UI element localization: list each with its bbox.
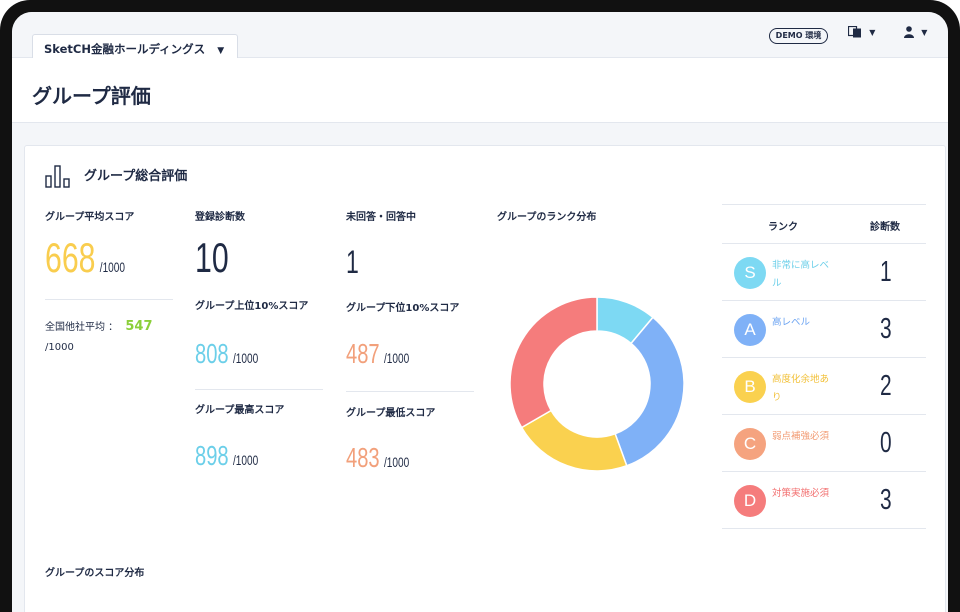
count-column-header: 診断数 <box>870 222 900 233</box>
rank-row-d: D 対策実施必須 3 <box>722 472 926 529</box>
unanswered-label: 未回答・回答中 <box>346 212 416 223</box>
bar-chart-icon <box>45 165 70 188</box>
rank-row-b: B 高度化余地あり 2 <box>722 358 926 415</box>
national-avg: 全国他社平均 ： 547 <box>45 318 153 334</box>
chevron-down-icon: ▼ <box>217 46 225 56</box>
card-title: グループ総合評価 <box>84 169 188 184</box>
language-icon <box>847 25 861 38</box>
rank-badge: D <box>734 485 766 517</box>
language-menu-button[interactable]: ▼ <box>847 25 876 38</box>
bottom10-unit: /1000 <box>383 350 410 366</box>
user-menu-button[interactable]: ▼ <box>904 26 927 38</box>
rank-count: 0 <box>880 427 892 459</box>
divider <box>195 389 323 390</box>
bottom10-label: グループ下位10%スコア <box>346 303 460 314</box>
rank-count: 3 <box>880 484 892 516</box>
rank-label: 対策実施必須 <box>772 488 830 499</box>
app-screen: SketCH金融ホールディングス ▼ DEMO 環境 ▼ ▼ グループ評価 グル… <box>12 12 948 612</box>
rank-label: 非常に高レベル <box>772 260 830 289</box>
top10-value: 808/1000 <box>195 338 258 370</box>
rank-table: ランク 診断数 S 非常に高レベル 1 A 高レベル 3 B 高度化余地あり 2 C 弱点補強必須 0… <box>722 204 926 529</box>
demo-badge: DEMO 環境 <box>769 28 828 44</box>
min-number: 483 <box>346 442 380 473</box>
top-bar: SketCH金融ホールディングス ▼ DEMO 環境 ▼ ▼ <box>12 12 948 58</box>
company-name: SketCH金融ホールディングス <box>44 42 206 56</box>
rank-count: 3 <box>880 313 892 345</box>
min-label: グループ最低スコア <box>346 408 436 419</box>
divider <box>346 391 474 392</box>
top10-number: 808 <box>195 338 229 369</box>
rank-label: 弱点補強必須 <box>772 431 830 442</box>
chevron-down-icon: ▼ <box>869 28 876 37</box>
bottom10-number: 487 <box>346 338 380 369</box>
rank-count: 2 <box>880 370 892 402</box>
page-title: グループ評価 <box>32 84 151 108</box>
max-label: グループ最高スコア <box>195 405 285 416</box>
bottom10-value: 487/1000 <box>346 338 409 370</box>
overview-card: グループ総合評価 グループ平均スコア 668/1000 全国他社平均 ： 547… <box>24 145 946 612</box>
rank-column-header: ランク <box>768 222 798 233</box>
min-unit: /1000 <box>383 454 410 470</box>
score-distribution-title: グループのスコア分布 <box>45 568 145 579</box>
rank-distribution-title: グループのランク分布 <box>497 212 597 223</box>
national-avg-unit: /1000 <box>45 342 74 353</box>
min-value: 483/1000 <box>346 442 409 474</box>
national-avg-label: 全国他社平均 ： <box>45 322 119 333</box>
rank-row-c: C 弱点補強必須 0 <box>722 415 926 472</box>
company-selector[interactable]: SketCH金融ホールディングス ▼ <box>32 34 238 58</box>
avg-score-value: 668/1000 <box>45 234 125 282</box>
avg-score-unit: /1000 <box>99 259 126 275</box>
rank-label: 高レベル <box>772 317 811 328</box>
top10-label: グループ上位10%スコア <box>195 301 309 312</box>
max-unit: /1000 <box>232 452 259 468</box>
rank-badge: S <box>734 257 766 289</box>
chevron-down-icon: ▼ <box>921 28 928 37</box>
unanswered-value: 1 <box>346 244 359 280</box>
device-frame: SketCH金融ホールディングス ▼ DEMO 環境 ▼ ▼ グループ評価 グル… <box>0 0 960 612</box>
divider <box>45 299 173 300</box>
registered-label: 登録診断数 <box>195 212 245 223</box>
registered-value: 10 <box>195 234 229 281</box>
rank-row-s: S 非常に高レベル 1 <box>722 244 926 301</box>
rank-count: 1 <box>880 256 892 288</box>
donut-slice-b[interactable] <box>520 409 628 472</box>
rank-label: 高度化余地あり <box>772 374 830 403</box>
rank-badge: C <box>734 428 766 460</box>
donut-slice-d[interactable] <box>509 296 598 429</box>
rank-table-header: ランク 診断数 <box>722 204 926 244</box>
top10-unit: /1000 <box>232 350 259 366</box>
user-icon <box>904 26 914 38</box>
avg-score-number: 668 <box>45 234 96 281</box>
avg-score-label: グループ平均スコア <box>45 212 135 223</box>
rank-donut-chart <box>509 296 685 472</box>
rank-badge: B <box>734 371 766 403</box>
rank-badge: A <box>734 314 766 346</box>
page-header: グループ評価 <box>12 58 948 123</box>
max-value: 898/1000 <box>195 440 258 472</box>
rank-row-a: A 高レベル 3 <box>722 301 926 358</box>
national-avg-value: 547 <box>125 319 153 334</box>
max-number: 898 <box>195 440 229 471</box>
